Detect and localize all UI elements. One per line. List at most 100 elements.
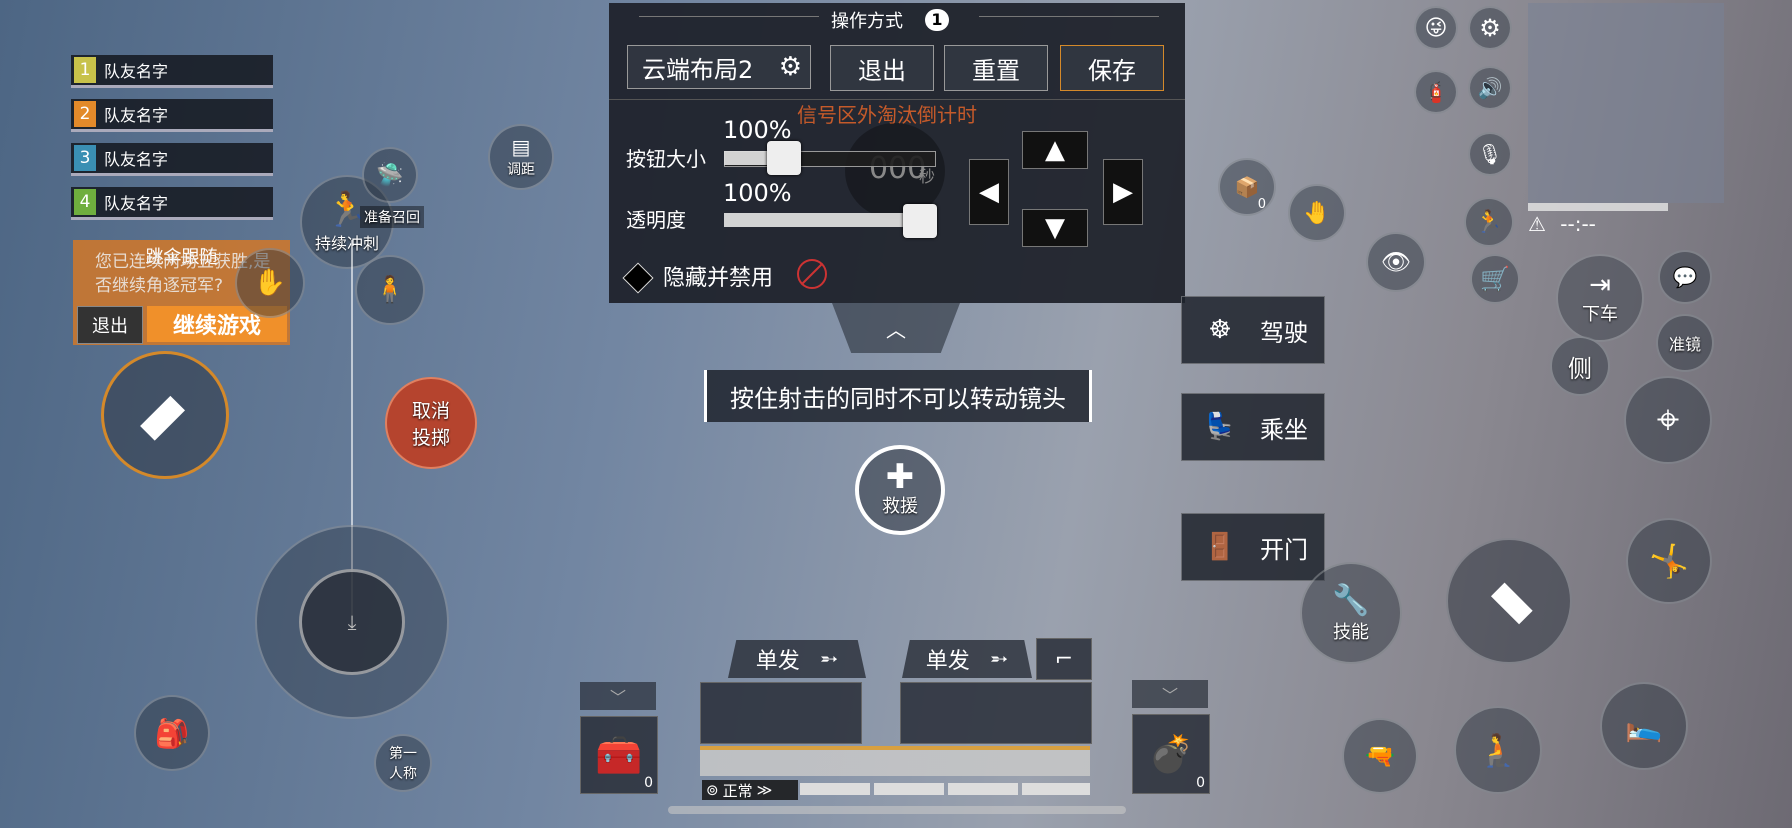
reload-button[interactable]: 🔫 xyxy=(1342,718,1418,794)
bullet-icon: ▮ xyxy=(131,381,199,449)
aim-button[interactable]: ⌖ xyxy=(1624,376,1712,464)
home-indicator xyxy=(668,806,1126,814)
jump-button[interactable]: 🤸 xyxy=(1626,518,1712,604)
exit-button[interactable]: 退出 xyxy=(830,45,934,91)
control-settings-panel: 操作方式 1 云端布局2 ⚙ 退出 重置 保存 信号区外淘汰倒计时 000 秒 … xyxy=(609,3,1185,303)
crouch-stance-button[interactable]: 🧍 xyxy=(355,255,425,325)
move-up-button[interactable]: ▲ xyxy=(1022,131,1088,169)
auto-run-button[interactable]: 🏃 xyxy=(1464,197,1514,247)
ride-label: 乘坐 xyxy=(1260,415,1308,444)
team-member-2: 2 队友名字 xyxy=(71,99,273,132)
grenade-slot[interactable]: 💣 0 xyxy=(1132,714,1210,794)
running-icon: 🏃 xyxy=(1475,209,1503,235)
save-button[interactable]: 保存 xyxy=(1060,45,1164,91)
skill-button[interactable]: 🔧 技能 xyxy=(1300,562,1402,664)
chat-button[interactable]: 💬 xyxy=(1658,250,1712,304)
shop-button[interactable]: 🛒 xyxy=(1470,254,1520,304)
grenade-count: 0 xyxy=(1196,775,1205,791)
backpack-button[interactable]: 🎒 xyxy=(134,695,210,771)
team-member-3: 3 队友名字 xyxy=(71,143,273,176)
minimap[interactable] xyxy=(1528,3,1724,203)
medkit-slot[interactable]: 🧰 0 xyxy=(580,716,658,794)
team-number: 3 xyxy=(74,145,96,171)
settings-button[interactable]: ⚙ xyxy=(1468,6,1512,50)
weapon-slot-1[interactable] xyxy=(700,682,862,744)
weapon-slot-2[interactable] xyxy=(900,682,1092,744)
popup-exit-button[interactable]: 退出 xyxy=(77,306,143,344)
gear-icon: ⚙ xyxy=(1479,14,1501,42)
opacity-slider-thumb[interactable] xyxy=(903,204,937,238)
cart-icon: 🛒 xyxy=(1480,265,1510,293)
team-number: 4 xyxy=(74,189,96,215)
spray-button[interactable]: 🧯 xyxy=(1414,70,1458,114)
hide-disable-checkbox[interactable] xyxy=(622,262,654,294)
team-name: 队友名字 xyxy=(104,62,169,81)
rank-chevron-icon: ≫ xyxy=(756,781,773,799)
move-right-button[interactable]: ▶ xyxy=(1103,159,1143,225)
right-fire-button[interactable]: ▮ xyxy=(1446,538,1572,664)
drone-button[interactable]: 🛸 xyxy=(362,147,418,203)
drive-label: 驾驶 xyxy=(1260,318,1308,347)
status-label: 正常 xyxy=(722,781,753,800)
gear-icon: ⚙ xyxy=(778,52,802,82)
skill-label: 技能 xyxy=(1333,621,1369,643)
crouch-button[interactable]: 🧎 xyxy=(1454,706,1542,794)
left-fire-button[interactable]: ▮ xyxy=(101,351,229,479)
disabled-icon xyxy=(797,259,827,289)
size-label: 按钮大小 xyxy=(626,147,706,171)
timer-text: --:-- xyxy=(1560,212,1596,236)
team-number: 2 xyxy=(74,101,96,127)
supply-button[interactable]: 📦 0 xyxy=(1218,158,1276,216)
move-down-button[interactable]: ▼ xyxy=(1022,209,1088,247)
range-adjust-button[interactable]: ▤ 调距 xyxy=(488,124,554,190)
emote-button[interactable]: 😜 xyxy=(1414,6,1458,50)
opacity-slider[interactable] xyxy=(724,213,930,227)
rescue-label: 救援 xyxy=(882,496,918,517)
move-left-button[interactable]: ◀ xyxy=(969,159,1009,225)
open-door-button[interactable]: 🚪 开门 xyxy=(1181,513,1325,581)
joystick-knob[interactable]: ⤓ xyxy=(299,569,405,675)
microphone-button[interactable]: 🎙 xyxy=(1468,132,1512,176)
jumping-icon: 🤸 xyxy=(1649,542,1689,580)
prone-soldier-icon: 🛌 xyxy=(1625,708,1663,744)
weapon2-fire-mode[interactable]: 单发 ➵ xyxy=(902,640,1032,678)
side-aim-button[interactable]: 侧 xyxy=(1550,336,1610,396)
sprint-label: 持续冲刺 xyxy=(314,234,379,253)
panel-badge: 1 xyxy=(925,9,949,31)
layout-name: 云端布局2 xyxy=(642,55,754,84)
signal-icon: ⊚ xyxy=(706,781,719,799)
size-slider-thumb[interactable] xyxy=(767,141,801,175)
medkit-expand-button[interactable]: ﹀ xyxy=(580,682,656,710)
chat-icon: 💬 xyxy=(1672,265,1698,289)
plus-icon: ✚ xyxy=(885,457,915,497)
layout-selector[interactable]: 云端布局2 ⚙ xyxy=(627,45,811,89)
stamina-segments xyxy=(800,783,1090,795)
hand-icon: ✋ xyxy=(253,268,287,298)
pickup-button[interactable]: 🤚 xyxy=(1288,184,1346,242)
cancel-throw-button[interactable]: 取消 投掷 xyxy=(385,377,477,469)
prone-button[interactable]: 🛌 xyxy=(1600,682,1688,770)
speaker-button[interactable]: 🔊 xyxy=(1468,66,1512,110)
ride-button[interactable]: 💺 乘坐 xyxy=(1181,393,1325,461)
rescue-button[interactable]: ✚ 救援 xyxy=(855,445,945,535)
weapon1-mode-label: 单发 xyxy=(755,649,800,674)
single-shot-icon: ➵ xyxy=(989,646,1009,672)
ammo-bar xyxy=(700,746,1090,776)
grenade-expand-button[interactable]: ﹀ xyxy=(1132,680,1208,708)
movement-joystick[interactable]: ⤓ xyxy=(255,525,449,719)
first-person-toggle[interactable]: 第一 人称 xyxy=(374,734,432,792)
door-label: 开门 xyxy=(1260,535,1308,564)
peek-button[interactable]: ✋ xyxy=(235,248,305,318)
microphone-icon: 🎙 xyxy=(1477,142,1503,166)
collapse-panel-button[interactable]: ︿ xyxy=(832,303,960,353)
exit-vehicle-button[interactable]: ⇥ 下车 xyxy=(1556,254,1644,342)
drive-button[interactable]: ☸ 驾驶 xyxy=(1181,296,1325,364)
reset-button[interactable]: 重置 xyxy=(944,45,1048,91)
weapon1-fire-mode[interactable]: 单发 ➵ xyxy=(728,640,866,678)
bullet-icon: ▮ xyxy=(1477,569,1541,633)
timer-row: ⚠ --:-- xyxy=(1528,212,1596,236)
scope-button[interactable]: 准镜 xyxy=(1656,314,1714,372)
pistol-slot[interactable]: ⌐ xyxy=(1036,638,1092,680)
chevron-down-icon: ﹀ xyxy=(1161,686,1178,705)
free-look-button[interactable]: 👁 xyxy=(1366,232,1426,292)
